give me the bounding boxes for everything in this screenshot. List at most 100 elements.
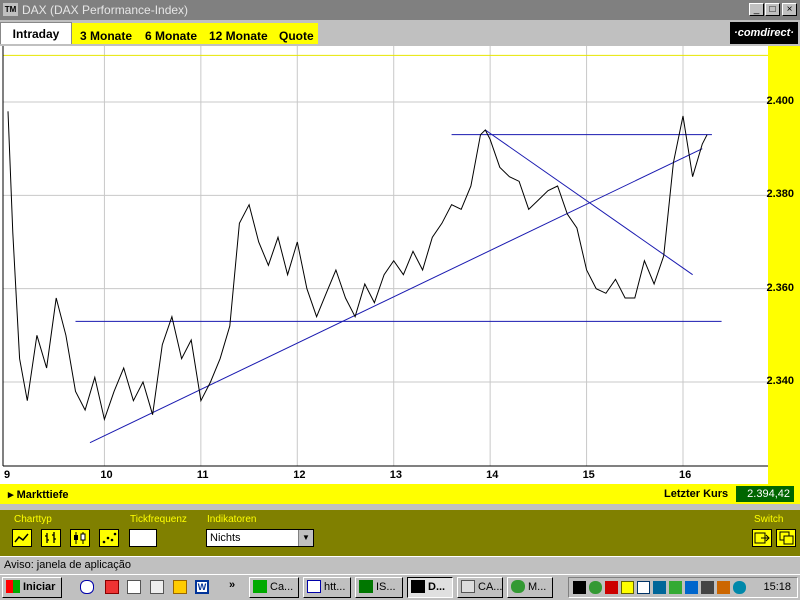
document-quicklaunch-icon[interactable]	[127, 580, 141, 594]
charttyp-candle-button[interactable]	[70, 529, 90, 547]
line-chart-icon	[14, 533, 29, 543]
tab-row: Intraday 3 Monate 6 Monate 12 Monate Quo…	[0, 20, 800, 46]
messenger-icon	[511, 579, 525, 593]
taskbar-button-ca-1[interactable]: Ca...	[249, 577, 299, 598]
browser-icon	[307, 579, 321, 593]
taskbar: Iniciar W » Ca... htt... IS... D... CA..…	[0, 574, 800, 600]
taskbar-label-1: htt...	[324, 581, 346, 593]
acrobat-quicklaunch-icon[interactable]	[105, 580, 119, 594]
ohlc-chart-icon	[45, 532, 56, 543]
speaker-tray-icon[interactable]	[621, 581, 634, 594]
maximize-button[interactable]: □	[765, 3, 780, 16]
switch-window-icon	[779, 531, 794, 545]
system-tray: 15:18	[568, 577, 798, 598]
markttiefe-link[interactable]: ▸ Markttiefe	[8, 488, 69, 501]
y-tick-label: 2.400	[766, 95, 794, 107]
taskbar-button-dax[interactable]: D...	[407, 577, 453, 598]
x-tick-label: 12	[293, 469, 306, 481]
tab-12-monate[interactable]: 12 Monate	[209, 25, 268, 47]
close-button[interactable]: ×	[782, 3, 797, 16]
calc-icon	[461, 579, 475, 593]
window-title: DAX (DAX Performance-Index)	[22, 3, 189, 17]
charttyp-point-button[interactable]	[99, 529, 119, 547]
tm-tray-icon[interactable]	[573, 581, 586, 594]
indikatoren-label: Indikatoren	[207, 514, 257, 525]
taskbar-label-5: M...	[528, 581, 547, 593]
switch-label: Switch	[754, 514, 784, 525]
start-label: Iniciar	[23, 581, 56, 593]
windows-logo-icon	[6, 579, 20, 593]
folder-quicklaunch-icon[interactable]	[150, 580, 164, 594]
monitor-tray-icon[interactable]	[653, 581, 666, 594]
tickfrequenz-label: Tickfrequenz	[130, 514, 187, 525]
quicklaunch-more-button[interactable]: »	[229, 579, 235, 591]
printer-tray-icon[interactable]	[701, 581, 714, 594]
control-panel: Charttyp Tickfrequenz Indikatoren Nichts…	[0, 510, 800, 556]
word-quicklaunch-icon[interactable]: W	[195, 580, 209, 594]
taskbar-button-is[interactable]: IS...	[355, 577, 403, 598]
charttyp-line-button[interactable]	[12, 529, 32, 547]
markttiefe-label: Markttiefe	[16, 489, 69, 501]
tm-app-icon	[411, 579, 425, 593]
switch-forward-button[interactable]	[752, 529, 772, 547]
app-icon: TM	[3, 3, 18, 16]
status-bar: Aviso: janela de aplicação	[0, 556, 800, 574]
taskbar-label-0: Ca...	[270, 581, 294, 593]
letzter-kurs-label: Letzter Kurs	[664, 488, 729, 500]
taskbar-button-ca-2[interactable]: CA...	[457, 577, 503, 598]
switch-arrow-icon	[754, 532, 770, 544]
taskbar-label-4: CA...	[478, 581, 503, 593]
tab-intraday[interactable]: Intraday	[0, 22, 72, 44]
x-tick-label: 15	[582, 469, 595, 481]
app-is-icon	[359, 579, 373, 593]
chart-area: 2.400 2.380 2.360 2.340 9 10 11 12 13 14 15 16	[0, 46, 800, 484]
status-text: Aviso: janela de aplicação	[4, 559, 131, 571]
network-tray-icon[interactable]	[589, 581, 602, 594]
chart-background	[0, 46, 800, 484]
chevron-down-icon: ▼	[298, 530, 313, 546]
x-tick-label: 10	[100, 469, 113, 481]
app-green-icon	[253, 579, 267, 593]
taskbar-label-3: D...	[428, 581, 446, 593]
y-tick-label: 2.380	[766, 188, 794, 201]
connection-tray-icon[interactable]	[733, 581, 746, 594]
comdirect-logo: ·comdirect·	[730, 22, 798, 44]
y-axis-panel	[768, 46, 800, 484]
clock: 15:18	[763, 581, 791, 593]
tab-3-monate[interactable]: 3 Monate	[80, 25, 132, 47]
charttyp-label: Charttyp	[14, 514, 52, 525]
x-tick-label: 13	[389, 469, 402, 481]
tab-6-monate[interactable]: 6 Monate	[145, 25, 197, 47]
minimize-button[interactable]: _	[749, 3, 764, 16]
antivirus-tray-icon[interactable]	[717, 581, 730, 594]
switch-window-button[interactable]	[776, 529, 796, 547]
y-tick-label: 2.360	[766, 281, 794, 294]
norton-tray-icon[interactable]	[637, 581, 650, 594]
letzter-kurs-value: 2.394,42	[736, 486, 794, 502]
start-button[interactable]: Iniciar	[2, 577, 62, 598]
ie-quicklaunch-icon[interactable]	[80, 580, 94, 594]
candlestick-icon	[74, 532, 86, 544]
x-tick-label: 9	[4, 469, 11, 481]
taskbar-button-http[interactable]: htt...	[303, 577, 351, 598]
intraday-chart	[0, 46, 800, 484]
indikatoren-value: Nichts	[210, 532, 241, 544]
info-bar: ▸ Markttiefe Letzter Kurs 2.394,42	[0, 484, 800, 504]
x-tick-label: 16	[679, 469, 692, 481]
x-tick-label: 14	[486, 469, 499, 481]
point-chart-icon	[102, 532, 117, 544]
taskbar-button-m[interactable]: M...	[507, 577, 553, 598]
tab-strip: 3 Monate 6 Monate 12 Monate Quote	[72, 23, 318, 44]
taskbar-label-2: IS...	[376, 581, 396, 593]
shield-tray-icon[interactable]	[605, 581, 618, 594]
tool-quicklaunch-icon[interactable]	[173, 580, 187, 594]
charttyp-ohlc-button[interactable]	[41, 529, 61, 547]
tab-quote[interactable]: Quote	[279, 25, 314, 47]
sync-tray-icon[interactable]	[669, 581, 682, 594]
tickfrequenz-input[interactable]	[129, 529, 157, 547]
update-tray-icon[interactable]	[685, 581, 698, 594]
title-bar: TM DAX (DAX Performance-Index) _ □ ×	[0, 0, 800, 20]
y-tick-label: 2.340	[766, 375, 794, 387]
indikatoren-select[interactable]: Nichts ▼	[206, 529, 314, 547]
x-tick-label: 11	[196, 469, 209, 481]
